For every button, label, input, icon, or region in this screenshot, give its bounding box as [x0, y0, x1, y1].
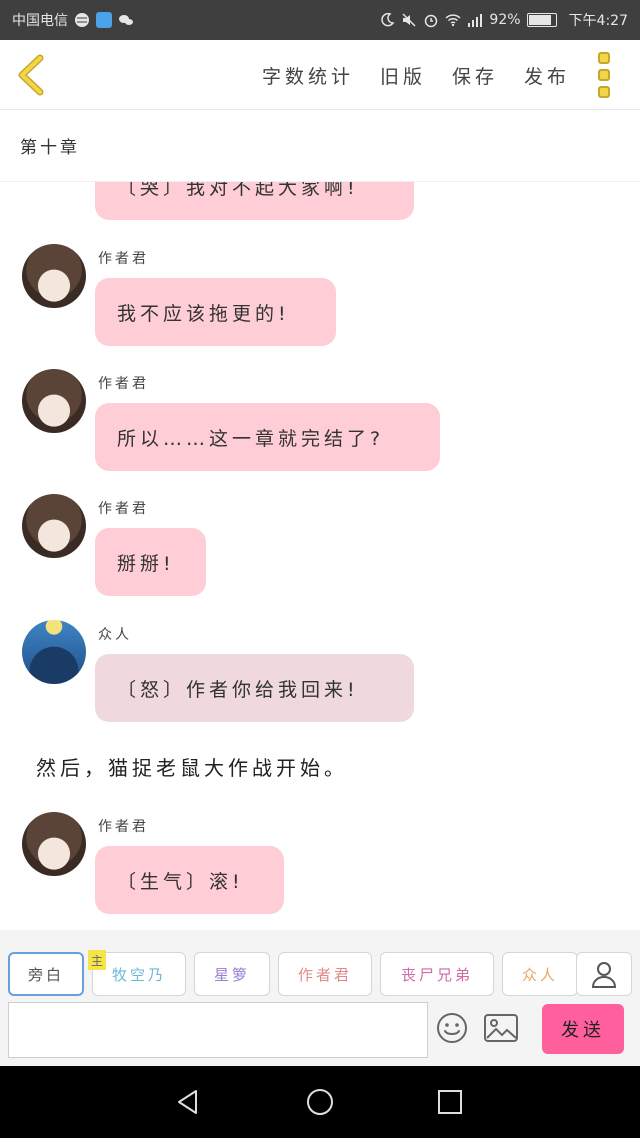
more-menu-icon[interactable] — [598, 52, 618, 98]
emoji-icon[interactable] — [436, 1012, 468, 1044]
save-button[interactable]: 保存 — [452, 62, 498, 89]
character-selector: 旁白 牧空乃 主 星箩 作者君 丧尸兄弟 众人 — [0, 930, 640, 1000]
mute-icon — [402, 13, 416, 27]
signal-icon — [468, 14, 483, 27]
character-label: 星箩 — [213, 965, 250, 984]
character-chip-author[interactable]: 作者君 — [278, 952, 372, 996]
nav-back-icon[interactable] — [174, 1088, 202, 1116]
character-chip-zombie-brothers[interactable]: 丧尸兄弟 — [380, 952, 494, 996]
speaker-name: 作者君 — [98, 376, 149, 392]
message-input[interactable] — [8, 1002, 428, 1058]
narration-text[interactable]: 然后，猫捉老鼠大作战开始。 — [36, 752, 348, 781]
crowd-avatar[interactable] — [22, 620, 86, 684]
status-bar: 中国电信 92% 下午4:27 — [0, 0, 640, 40]
globe-icon — [75, 13, 89, 27]
battery-percent: 92% — [489, 12, 521, 28]
author-avatar[interactable] — [22, 244, 86, 308]
send-button[interactable]: 发送 — [542, 1004, 624, 1054]
person-icon — [591, 962, 617, 988]
alarm-icon — [425, 14, 438, 28]
system-nav-bar — [0, 1066, 640, 1138]
image-icon[interactable] — [484, 1014, 518, 1042]
editor-toolbar: 字数统计 旧版 保存 发布 — [0, 40, 640, 110]
wifi-icon — [445, 14, 461, 27]
clock: 下午4:27 — [568, 13, 628, 29]
character-chip-crowd[interactable]: 众人 — [502, 952, 578, 996]
speaker-name: 众人 — [98, 627, 132, 643]
moon-icon — [381, 12, 395, 27]
message-bubble: 所以……这一章就完结了? — [95, 403, 440, 471]
character-chip-narrator[interactable]: 旁白 — [8, 952, 84, 996]
word-count-button[interactable]: 字数统计 — [262, 62, 354, 89]
character-label: 丧尸兄弟 — [400, 965, 473, 984]
character-chip-xingluo[interactable]: 星箩 — [194, 952, 270, 996]
speaker-name: 作者君 — [98, 501, 149, 517]
character-label: 旁白 — [27, 965, 64, 984]
message-bubble: 掰掰! — [95, 528, 206, 596]
chat-area[interactable]: 〔哭〕我对不起大家啊! 作者君 我不应该拖更的! 作者君 所以……这一章就完结了… — [0, 182, 640, 930]
wechat-icon — [119, 15, 133, 25]
character-label: 牧空乃 — [111, 965, 166, 984]
message-bubble: 〔生气〕滚! — [95, 846, 284, 914]
old-version-button[interactable]: 旧版 — [380, 62, 426, 89]
author-avatar[interactable] — [22, 369, 86, 433]
author-avatar[interactable] — [22, 494, 86, 558]
author-avatar[interactable] — [22, 812, 86, 876]
battery-icon — [526, 13, 557, 27]
character-chip-mukongnai[interactable]: 牧空乃 — [92, 952, 186, 996]
main-character-badge: 主 — [88, 950, 106, 970]
character-manage-button[interactable] — [576, 952, 632, 996]
character-label: 众人 — [521, 965, 558, 984]
input-bar: 发送 — [0, 1000, 640, 1066]
shield-icon — [96, 12, 112, 28]
message-bubble: 〔哭〕我对不起大家啊! — [95, 182, 414, 220]
nav-home-icon[interactable] — [306, 1088, 334, 1116]
nav-recents-icon[interactable] — [436, 1088, 464, 1116]
chapter-label: 第十章 — [20, 138, 80, 158]
publish-button[interactable]: 发布 — [524, 62, 570, 89]
message-bubble: 我不应该拖更的! — [95, 278, 336, 346]
speaker-name: 作者君 — [98, 819, 149, 835]
back-arrow-icon[interactable] — [14, 54, 54, 96]
character-label: 作者君 — [297, 965, 352, 984]
carrier-label: 中国电信 — [12, 13, 68, 29]
message-bubble: 〔怒〕作者你给我回来! — [95, 654, 414, 722]
speaker-name: 作者君 — [98, 251, 149, 267]
chapter-title[interactable]: 第十章 — [0, 110, 640, 182]
